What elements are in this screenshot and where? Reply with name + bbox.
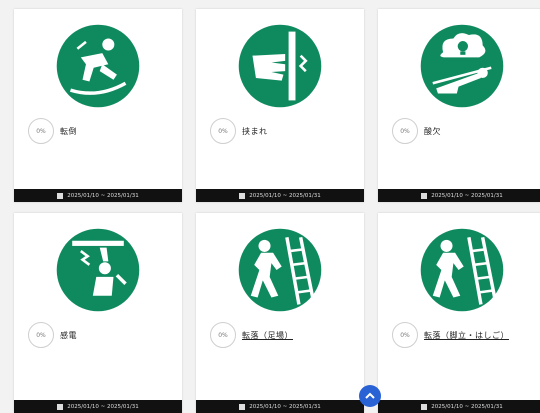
calendar-icon — [239, 192, 246, 199]
card-fall-ladder[interactable]: 0% 転落（脚立・はしご） 2025/01/10 ~ 2025/01/31 — [378, 213, 540, 413]
card-fall-scaffold[interactable]: 0% 転落（足場） 2025/01/10 ~ 2025/01/31 — [196, 213, 364, 413]
chevron-up-icon — [365, 392, 375, 399]
card-oxygen-deficiency[interactable]: 0% 酸欠 2025/01/10 ~ 2025/01/31 — [378, 9, 540, 202]
electric-shock-icon — [55, 227, 141, 313]
slip-fall-icon — [55, 23, 141, 109]
scroll-to-top-button[interactable] — [359, 385, 381, 407]
card-date-footer: 2025/01/10 ~ 2025/01/31 — [196, 189, 364, 202]
card-label-row: 0% 転落（脚立・はしご） — [392, 320, 509, 350]
progress-badge: 0% — [210, 118, 236, 144]
progress-badge: 0% — [28, 118, 54, 144]
progress-badge: 0% — [28, 322, 54, 348]
card-title: 感電 — [60, 330, 77, 340]
card-date-footer: 2025/01/10 ~ 2025/01/31 — [14, 189, 182, 202]
card-label-row: 0% 感電 — [28, 320, 77, 350]
date-range: 2025/01/10 ~ 2025/01/31 — [431, 192, 503, 199]
card-title: 転落（足場） — [242, 330, 293, 340]
card-label-row: 0% 酸欠 — [392, 116, 441, 146]
date-range: 2025/01/10 ~ 2025/01/31 — [249, 192, 321, 199]
card-title: 転倒 — [60, 126, 77, 136]
ladder-fall-icon — [419, 227, 505, 313]
card-caught[interactable]: 0% 挟まれ 2025/01/10 ~ 2025/01/31 — [196, 9, 364, 202]
progress-badge: 0% — [210, 322, 236, 348]
hazard-collapse-icon — [419, 23, 505, 109]
card-label-row: 0% 転倒 — [28, 116, 77, 146]
hand-caught-icon — [237, 23, 323, 109]
card-title: 転落（脚立・はしご） — [424, 330, 509, 340]
card-grid: 0% 転倒 2025/01/10 ~ 2025/01/31 0% 挟まれ 202… — [0, 0, 540, 413]
card-slip-fall[interactable]: 0% 転倒 2025/01/10 ~ 2025/01/31 — [14, 9, 182, 202]
calendar-icon — [421, 192, 428, 199]
card-title: 挟まれ — [242, 126, 268, 136]
card-title: 酸欠 — [424, 126, 441, 136]
card-label-row: 0% 転落（足場） — [210, 320, 293, 350]
card-electric-shock[interactable]: 0% 感電 2025/01/10 ~ 2025/01/31 — [14, 213, 182, 413]
card-label-row: 0% 挟まれ — [210, 116, 268, 146]
ladder-fall-icon — [237, 227, 323, 313]
card-date-footer: 2025/01/10 ~ 2025/01/31 — [378, 189, 540, 202]
progress-badge: 0% — [392, 322, 418, 348]
calendar-icon — [57, 192, 64, 199]
date-range: 2025/01/10 ~ 2025/01/31 — [67, 192, 139, 199]
progress-badge: 0% — [392, 118, 418, 144]
